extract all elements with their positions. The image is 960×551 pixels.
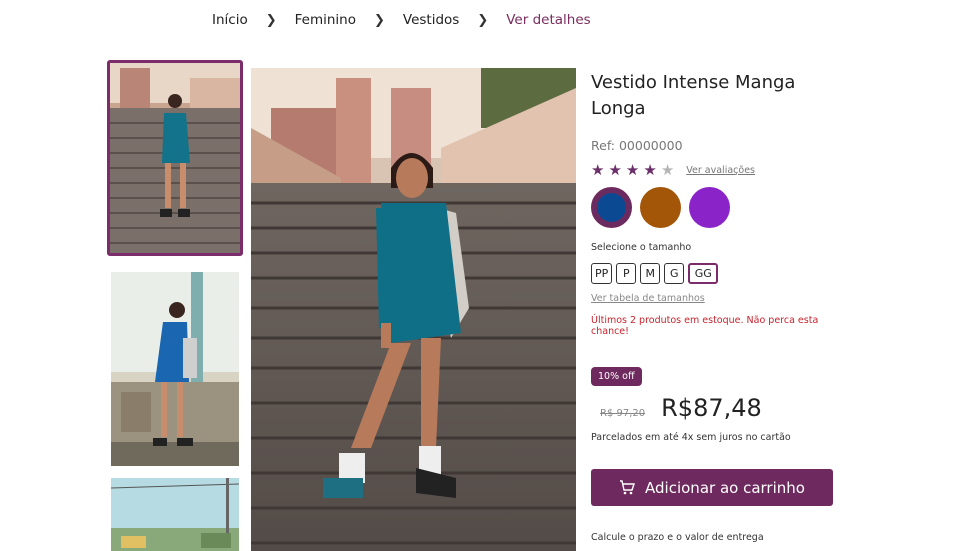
discount-badge: 10% off — [591, 367, 642, 386]
color-selector — [591, 187, 841, 228]
product-rating: ★ ★ ★ ★ ★ Ver avaliações — [591, 161, 841, 179]
color-swatch-purple[interactable] — [689, 187, 730, 228]
price-row: R$ 97,20 R$87,48 — [591, 394, 841, 422]
product-main-image[interactable] — [251, 68, 576, 551]
chevron-right-icon: ❯ — [265, 12, 277, 28]
chevron-right-icon: ❯ — [477, 12, 489, 28]
breadcrumb-item-inicio[interactable]: Início — [212, 12, 248, 28]
product-photo-sky — [111, 478, 239, 551]
add-to-cart-label: Adicionar ao carrinho — [645, 478, 805, 497]
stock-warning: Últimos 2 produtos em estoque. Não perca… — [591, 315, 819, 337]
star-icon: ★ — [625, 161, 640, 179]
installments-text: Parcelados em até 4x sem juros no cartão — [591, 432, 791, 443]
product-photo-main — [251, 68, 576, 551]
size-table-link[interactable]: Ver tabela de tamanhos — [591, 293, 841, 304]
chevron-right-icon: ❯ — [374, 12, 385, 28]
breadcrumb-item-current: Ver detalhes — [506, 12, 591, 28]
size-option-g[interactable]: G — [664, 263, 685, 284]
breadcrumb-item-vestidos[interactable]: Vestidos — [403, 12, 459, 28]
product-photo-stairs — [110, 63, 240, 253]
product-thumbnail-3[interactable] — [111, 478, 239, 551]
size-option-p[interactable]: P — [616, 263, 637, 284]
product-thumbnail-2[interactable] — [111, 272, 239, 466]
product-ref: Ref: 00000000 — [591, 138, 683, 153]
product-info-panel: Vestido Intense Manga Longa Ref: 0000000… — [591, 70, 841, 543]
product-thumbnail-1[interactable] — [107, 60, 243, 256]
cart-icon — [619, 480, 636, 495]
old-price: R$ 97,20 — [600, 408, 646, 419]
thumbnail-list — [107, 60, 243, 551]
star-icon: ★ — [608, 161, 622, 179]
shipping-calc-text[interactable]: Calcule o prazo e o valor de entrega — [591, 532, 841, 543]
breadcrumb-item-feminino[interactable]: Feminino — [295, 12, 356, 28]
star-empty-icon: ★ — [660, 161, 675, 179]
size-option-gg[interactable]: GG — [688, 263, 719, 284]
size-label: Selecione o tamanho — [591, 242, 692, 253]
breadcrumb: Início ❯ Feminino ❯ Vestidos ❯ Ver detal… — [212, 12, 591, 28]
color-swatch-brown[interactable] — [640, 187, 681, 228]
color-swatch-navy[interactable] — [591, 187, 632, 228]
add-to-cart-button[interactable]: Adicionar ao carrinho — [591, 469, 833, 506]
size-option-m[interactable]: M — [640, 263, 661, 284]
product-photo-pole — [111, 272, 239, 466]
size-selector: PP P M G GG — [591, 263, 841, 284]
star-icon: ★ — [643, 161, 657, 179]
product-title: Vestido Intense Manga Longa — [591, 72, 796, 119]
size-option-pp[interactable]: PP — [591, 263, 613, 284]
star-icon: ★ — [591, 161, 605, 179]
current-price: R$87,48 — [661, 394, 762, 422]
reviews-link[interactable]: Ver avaliações — [686, 165, 755, 176]
